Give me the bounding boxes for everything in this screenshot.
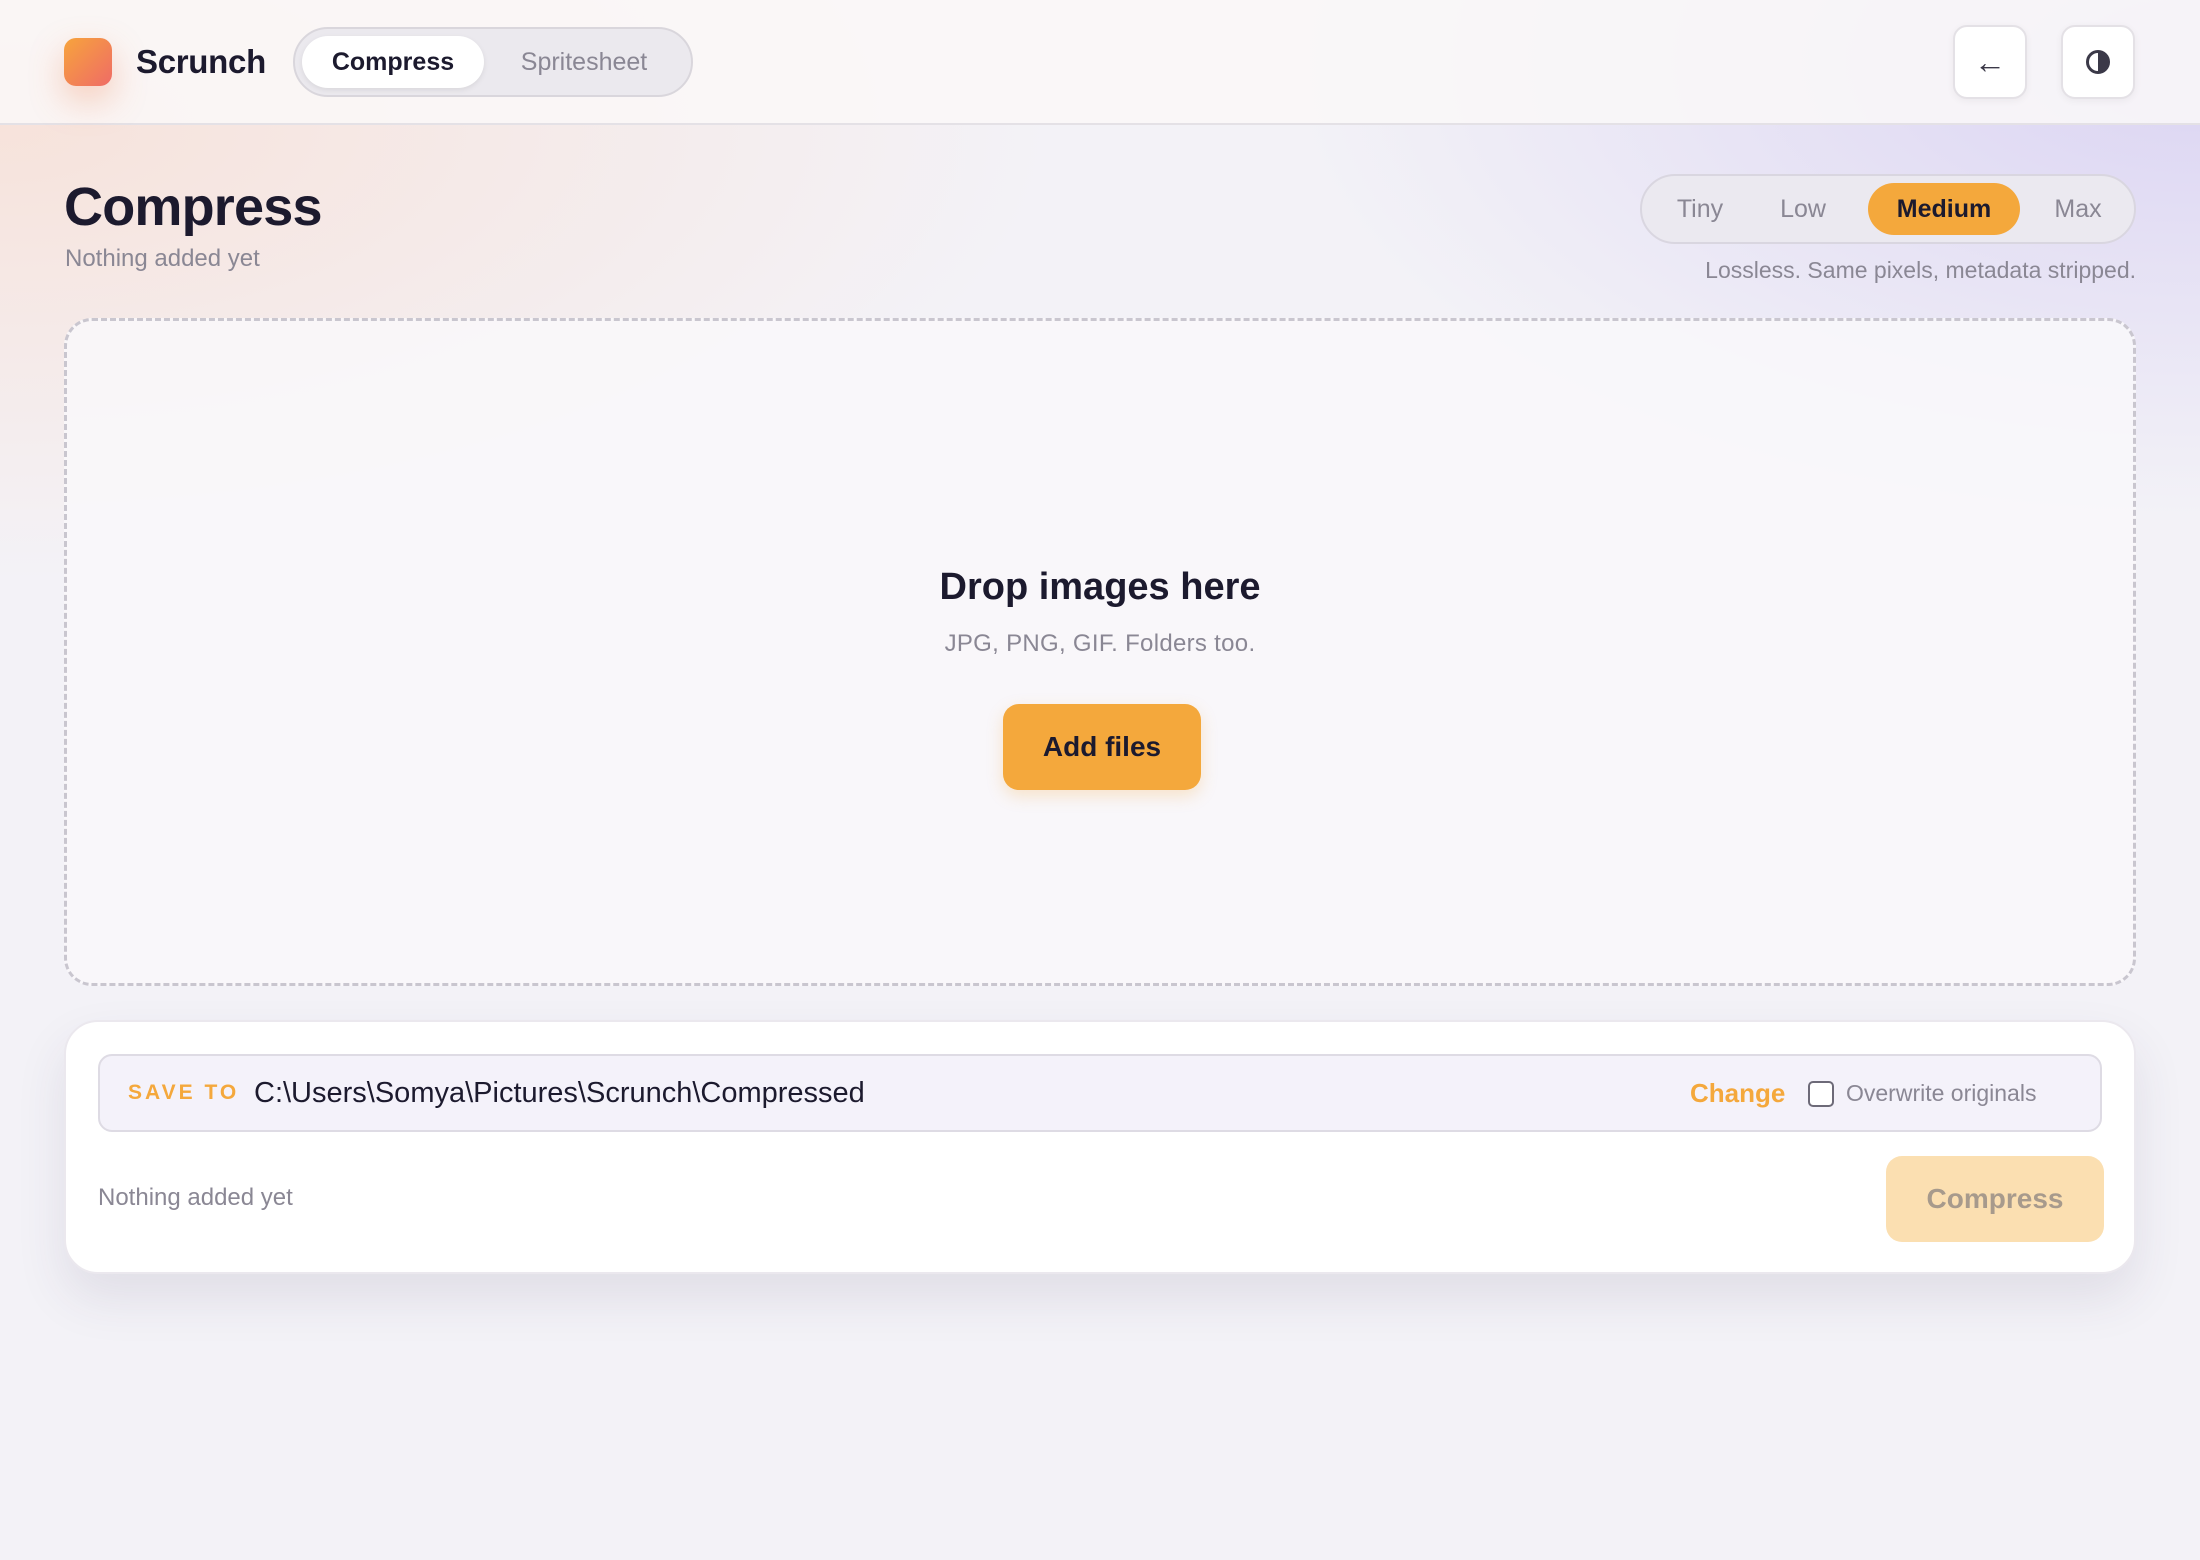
add-files-button[interactable]: Add files [1003,704,1201,790]
page-subtitle: Nothing added yet [65,245,260,272]
contrast-icon [2086,50,2110,74]
save-to-label: SAVE TO [128,1081,240,1104]
back-button[interactable]: ← [1953,25,2027,99]
quality-selector: Tiny Low Medium Max [1640,174,2136,244]
theme-toggle-button[interactable] [2061,25,2135,99]
drop-hint: JPG, PNG, GIF. Folders too. [944,630,1256,657]
app-logo-icon [64,38,112,86]
tab-compress[interactable]: Compress [302,36,484,88]
compress-button[interactable]: Compress [1886,1156,2104,1242]
drop-title: Drop images here [939,566,1261,608]
drop-zone[interactable]: Drop images here JPG, PNG, GIF. Folders … [64,318,2136,986]
output-panel: SAVE TO C:\Users\Somya\Pictures\Scrunch\… [64,1020,2136,1274]
arrow-left-icon: ← [1974,43,2006,80]
save-to-row: SAVE TO C:\Users\Somya\Pictures\Scrunch\… [98,1054,2102,1132]
tab-spritesheet[interactable]: Spritesheet [488,36,680,88]
app-name: Scrunch [136,43,266,80]
top-bar: Scrunch Compress Spritesheet ← [0,0,2200,125]
quality-hint: Lossless. Same pixels, metadata stripped… [1705,257,2136,283]
quality-option-low[interactable]: Low [1760,183,1846,235]
quality-option-tiny[interactable]: Tiny [1654,183,1746,235]
overwrite-checkbox[interactable] [1808,1081,1834,1107]
change-folder-button[interactable]: Change [1690,1056,1785,1130]
quality-option-max[interactable]: Max [2032,183,2124,235]
quality-option-medium[interactable]: Medium [1868,183,2020,235]
status-text: Nothing added yet [98,1184,293,1211]
page-title: Compress [64,177,323,237]
mode-tabs: Compress Spritesheet [293,27,693,97]
save-path: C:\Users\Somya\Pictures\Scrunch\Compress… [254,1077,865,1109]
overwrite-label[interactable]: Overwrite originals [1846,1056,2036,1130]
